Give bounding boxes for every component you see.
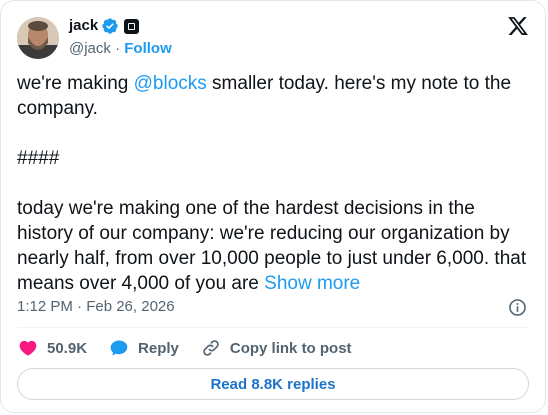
tweet-separator-text: ####: [17, 148, 60, 169]
follow-button[interactable]: Follow: [124, 40, 172, 57]
like-count: 50.9K: [47, 339, 88, 357]
like-button[interactable]: 50.9K: [18, 338, 87, 358]
block-affiliate-badge-icon: [124, 18, 140, 34]
tweet-paragraph-block: today we're making one of the hardest de…: [17, 196, 535, 296]
show-more-link[interactable]: Show more: [264, 273, 360, 294]
reply-bubble-icon: [110, 340, 128, 356]
tweet-text-prefix: we're making: [17, 73, 134, 94]
author-handle[interactable]: @jack: [69, 40, 111, 57]
divider: [17, 327, 529, 328]
avatar[interactable]: [17, 17, 59, 59]
tweet-intro-line: we're making @blocks smaller today. here…: [17, 71, 535, 121]
info-icon[interactable]: [508, 298, 527, 317]
action-bar: 50.9K Reply Copy link to post: [18, 337, 374, 359]
link-icon: [203, 340, 219, 356]
profile-avatar-image: [17, 17, 59, 59]
author-handle-row: @jack · Follow: [69, 39, 172, 59]
read-replies-button[interactable]: Read 8.8K replies: [17, 368, 529, 400]
author-name-row: jack: [69, 16, 140, 36]
verified-badge-icon: [102, 18, 118, 34]
tweet-text: we're making @blocks smaller today. here…: [17, 71, 535, 296]
handle-separator: ·: [115, 40, 121, 57]
copy-link-button[interactable]: Copy link to post: [201, 338, 352, 358]
copy-link-label: Copy link to post: [229, 339, 352, 357]
reply-button[interactable]: Reply: [109, 338, 179, 358]
x-logo-icon[interactable]: [507, 15, 529, 37]
reply-label: Reply: [138, 339, 179, 357]
heart-icon: [19, 340, 37, 356]
mention-link[interactable]: @blocks: [134, 73, 207, 94]
tweet-card: jack @jack · Follow we're making @blocks…: [0, 0, 546, 413]
author-name[interactable]: jack: [69, 16, 98, 36]
tweet-timestamp[interactable]: 1:12 PM · Feb 26, 2026: [17, 297, 175, 317]
